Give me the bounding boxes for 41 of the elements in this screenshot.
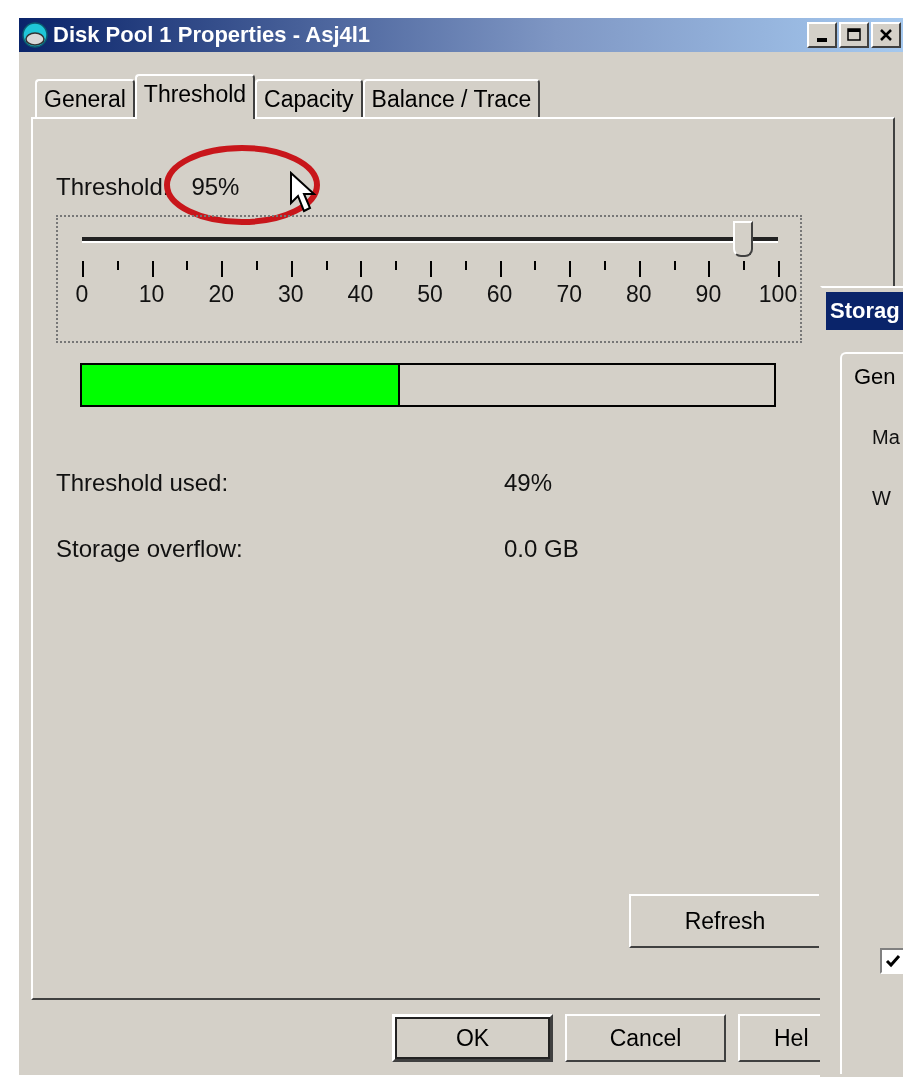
slider-thumb[interactable] [733,221,754,257]
maximize-icon [846,27,862,43]
threshold-slider[interactable]: 0 10 20 30 40 50 60 70 80 90 100 [56,215,802,343]
scale-label: 70 [556,281,582,308]
threshold-value: 95% [191,173,240,201]
window-title: Disk Pool 1 Properties - Asj4l1 [53,22,372,48]
scale-label: 20 [208,281,234,308]
tab[interactable]: Capacity [255,79,363,117]
dialog-button[interactable]: OK [392,1014,553,1062]
checkbox[interactable] [880,948,903,974]
minimize-icon [817,38,827,42]
dialog-button[interactable]: Cancel [565,1014,726,1062]
maximize-button[interactable] [839,22,869,48]
refresh-button[interactable]: Refresh [629,894,819,948]
scale-label: 60 [486,281,513,308]
scale-label: 50 [417,281,443,308]
tab[interactable]: Balance / Trace [362,79,541,117]
tab[interactable]: Gen [842,354,896,390]
stat-label: Threshold used: [56,469,230,497]
stat-value: 0.0 GB [504,535,579,563]
stat-value: 49% [504,469,553,497]
check-icon [884,952,902,970]
tab[interactable]: Threshold [134,74,256,119]
dialog-button[interactable]: Hel [738,1014,820,1062]
scale-label: 80 [626,281,652,308]
scale-label: 0 [75,281,89,308]
tab[interactable]: General [35,79,135,117]
pointer-icon [289,171,319,215]
scale-label: 10 [138,281,165,308]
minimize-button[interactable] [807,22,837,48]
field-label: Ma [872,426,900,449]
window-title: Storag [830,298,900,324]
field-label: W [872,487,891,510]
disk-icon [21,21,49,49]
close-button[interactable] [871,22,901,48]
scale-label: 40 [347,281,374,308]
scale-label: 100 [758,281,798,308]
stat-label: Storage overflow: [56,535,244,563]
close-icon [878,27,894,43]
scale-label: 90 [695,281,722,308]
scale-label: 30 [278,281,304,308]
